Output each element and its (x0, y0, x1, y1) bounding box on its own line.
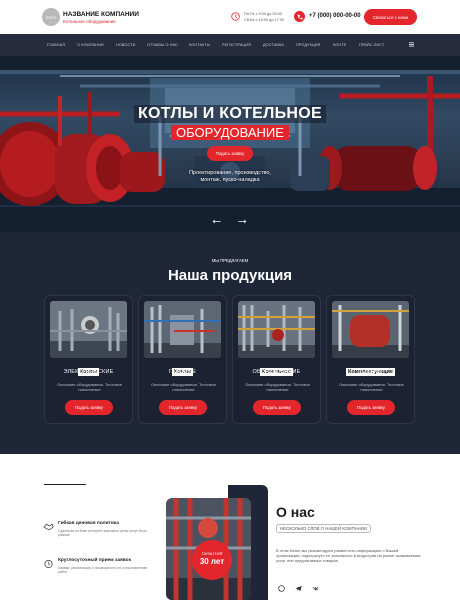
product-image (144, 301, 221, 358)
vk-icon[interactable] (312, 585, 319, 592)
feature-title: Гибкая ценовая политика (58, 521, 119, 526)
product-description: Описание оборудования. Тестовое наполнен… (151, 382, 216, 392)
product-title: ГАЗОВЫЕ (168, 369, 197, 375)
product-request-button[interactable]: Подать заявку (253, 400, 301, 415)
working-hours-weekdays: Пн-Пт с 9:00 до 20:00 (244, 12, 282, 16)
arrow-left-icon[interactable] (212, 219, 221, 224)
product-card-gas[interactable]: Котлы ГАЗОВЫЕ Описание оборудования. Тес… (138, 295, 227, 424)
nav-item-delivery[interactable]: ДОСТАВКА (263, 43, 284, 47)
clock-24-icon (44, 559, 53, 569)
guarantee-badge: ГАРАНТИЯ 30 лет (192, 540, 232, 580)
hero-banner: КОТЛЫ И КОТЕЛЬНОЕ ОБОРУДОВАНИЕ Подать за… (0, 56, 460, 232)
product-card-equipment[interactable]: Котельное ОБОРУДОВАНИЕ Описание оборудов… (232, 295, 321, 424)
nav-item-conte[interactable]: КОНТЕ (333, 43, 346, 47)
product-description: Описание оборудования. Тестовое наполнен… (339, 382, 404, 392)
hero-tagline: Проектирование, производство, монтаж, пу… (189, 170, 271, 183)
about-text: В этом блоке мы рекомендуем разместить и… (276, 548, 421, 563)
section-divider (44, 484, 86, 485)
working-hours-weekend: Сб-Вс с 10:00 до 17:00 (244, 18, 285, 22)
menu-icon[interactable] (409, 42, 414, 47)
nav-item-contacts[interactable]: КОНТАКТЫ (189, 43, 210, 47)
about-section: Гибкая ценовая политика Сдельная на базе… (0, 454, 460, 600)
company-name: НАЗВАНИЕ КОМПАНИИ (63, 11, 139, 18)
main-nav: ГЛАВНАЯ О КОМПАНИИ НОВОСТИ ОТЗЫВЫ О НАС … (0, 34, 460, 56)
product-title: ТОВАРЫ (358, 369, 383, 375)
feature-title: Круглосуточный прием заявок (58, 558, 132, 563)
product-image (50, 301, 127, 358)
nav-item-about[interactable]: О КОМПАНИИ (77, 43, 104, 47)
phone-number[interactable]: +7 (000) 000-00-00 (309, 13, 361, 19)
phone-icon (294, 11, 305, 22)
nav-item-reviews[interactable]: ОТЗЫВЫ О НАС (147, 43, 178, 47)
nav-item-products[interactable]: ПРОДУКЦИЯ (296, 43, 320, 47)
whatsapp-icon[interactable] (278, 585, 285, 592)
telegram-icon[interactable] (295, 585, 302, 592)
feature-description: Сдельная на базе интернет-магазина цены … (58, 529, 148, 538)
nav-item-price-list[interactable]: ПРАЙС-ЛИСТ (359, 43, 384, 47)
hero-request-button[interactable]: Подать заявку (207, 146, 253, 161)
product-description: Описание оборудования. Тестовое наполнен… (57, 382, 122, 392)
arrow-right-icon[interactable] (238, 219, 247, 224)
guarantee-value: 30 лет (199, 557, 225, 566)
product-title: ЭЛЕКТРИЧЕСКИЕ (63, 369, 114, 375)
about-subtitle: НЕСКОЛЬКО СЛОВ О НАШЕЙ КОМПАНИИ (276, 524, 371, 533)
hero-title-line1: КОТЛЫ И КОТЕЛЬНОЕ (0, 105, 460, 123)
product-request-button[interactable]: Подать заявку (347, 400, 395, 415)
product-title: ОБОРУДОВАНИЕ (252, 369, 301, 375)
hero-title-line2: ОБОРУДОВАНИЕ (0, 124, 460, 142)
product-image (238, 301, 315, 358)
guarantee-label: ГАРАНТИЯ (201, 551, 223, 556)
product-card-accessories[interactable]: Комплектующие ТОВАРЫ Описание оборудован… (326, 295, 415, 424)
site-header: ЛОГО НАЗВАНИЕ КОМПАНИИ Котельное оборудо… (0, 0, 460, 34)
product-image (332, 301, 409, 358)
products-kicker: МЫ ПРЕДЛАГАЕМ (211, 258, 249, 263)
feature-description: Заявки, реализация, и возможность по соп… (58, 566, 148, 575)
about-title: О нас (276, 504, 315, 520)
nav-item-registration[interactable]: РЕГИСТРАЦИЯ (222, 43, 251, 47)
products-title: Наша продукция (167, 267, 293, 284)
contact-us-button[interactable]: Связаться с нами (364, 9, 417, 25)
nav-item-news[interactable]: НОВОСТИ (116, 43, 135, 47)
company-subtitle: Котельное оборудование (63, 19, 116, 24)
product-request-button[interactable]: Подать заявку (159, 400, 207, 415)
product-request-button[interactable]: Подать заявку (65, 400, 113, 415)
logo-text: ЛОГО (45, 14, 57, 20)
handshake-icon (43, 523, 54, 531)
product-card-electric[interactable]: Котлы ЭЛЕКТРИЧЕСКИЕ Описание оборудовани… (44, 295, 133, 424)
logo[interactable]: ЛОГО (42, 8, 60, 26)
products-section: МЫ ПРЕДЛАГАЕМ Наша продукция Котлы ЭЛЕКТ… (0, 232, 460, 454)
nav-item-home[interactable]: ГЛАВНАЯ (47, 43, 65, 47)
clock-icon (231, 12, 240, 21)
boiler-room-illustration (0, 56, 460, 232)
product-description: Описание оборудования. Тестовое наполнен… (245, 382, 310, 392)
